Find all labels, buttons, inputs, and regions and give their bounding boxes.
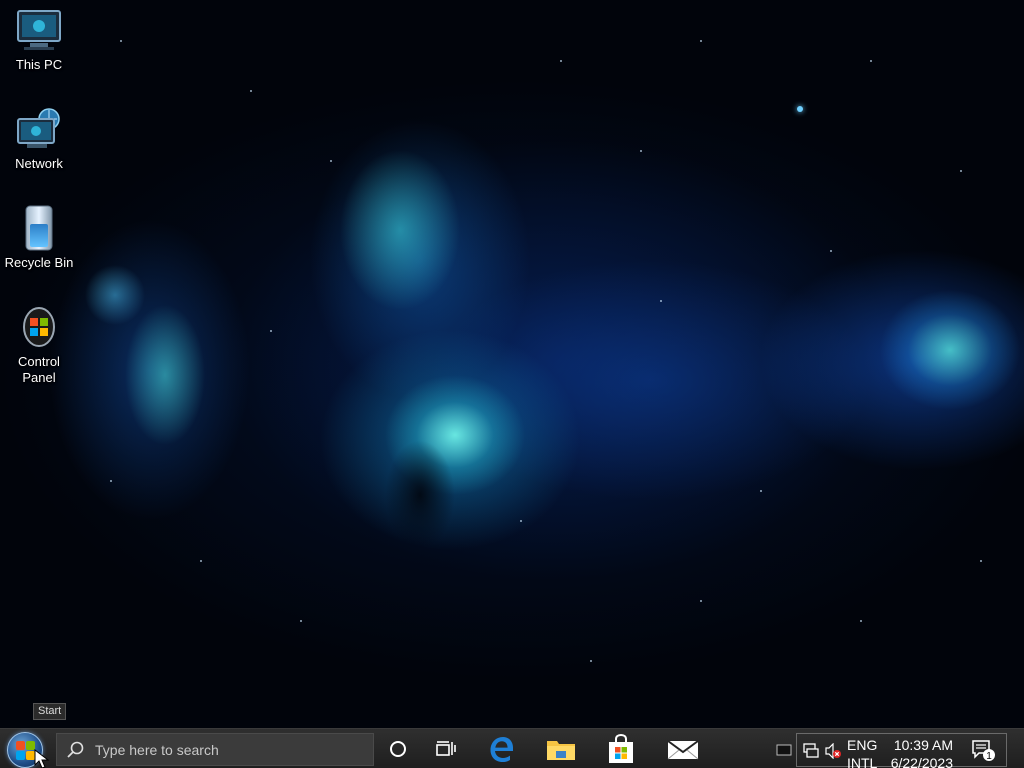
desktop-icon-label: Control Panel [18,354,60,385]
bright-star [797,106,803,112]
star [960,170,962,172]
star [760,490,762,492]
cortana-button[interactable] [374,729,422,768]
desktop-icon-network[interactable]: Network [0,105,78,172]
star [250,90,252,92]
keyboard-layout: INTL [847,755,878,768]
star [640,150,642,152]
volume-muted-icon[interactable] [825,743,841,759]
file-explorer-icon [547,741,575,760]
file-explorer-button[interactable] [537,729,585,768]
computer-icon [15,6,63,54]
star [980,560,982,562]
task-view-icon [436,741,456,756]
star [700,600,702,602]
star [700,40,702,42]
notification-count: 1 [986,751,992,762]
star [520,520,522,522]
system-tray: ENG INTL 10:39 AM 6/22/2023 1 [796,733,1007,768]
star [860,620,862,622]
star [660,300,662,302]
desktop-icon-recycle-bin[interactable]: Recycle Bin [0,204,78,271]
desktop-icon-label: This PC [15,57,63,72]
mail-button[interactable] [659,729,707,768]
start-tooltip: Start [33,703,67,720]
network-status-icon[interactable] [803,743,819,759]
star [560,60,562,62]
store-icon [609,734,633,763]
star [200,560,202,562]
cortana-icon [390,741,406,757]
star [870,60,872,62]
desktop-wallpaper [0,0,1024,728]
desktop-icon-this-pc[interactable]: This PC [0,6,78,73]
store-button[interactable] [597,729,645,768]
star [330,160,332,162]
recycle-bin-icon [15,204,63,252]
clock-date: 6/22/2023 [890,755,953,768]
task-view-button[interactable] [422,729,470,768]
clock[interactable]: 10:39 AM 6/22/2023 [879,736,953,768]
mail-icon [667,740,699,760]
search-input[interactable] [95,741,365,758]
network-icon [15,105,63,153]
action-center-button[interactable]: 1 [971,738,995,762]
desktop-icon-control-panel[interactable]: Control Panel [0,303,78,386]
clock-time: 10:39 AM [893,737,953,753]
language-indicator[interactable]: ENG INTL [847,736,883,768]
star [830,250,832,252]
star [590,660,592,662]
search-icon [67,741,84,758]
star [270,330,272,332]
control-panel-icon [15,303,63,351]
edge-button[interactable] [476,729,524,768]
taskbar: ENG INTL 10:39 AM 6/22/2023 1 [0,728,1024,768]
show-desktop-icon[interactable] [775,739,793,759]
desktop-icon-label: Recycle Bin [4,255,74,270]
desktop-icon-label: Network [15,156,63,171]
star [110,480,112,482]
edge-icon [490,737,513,762]
notification-icon: 1 [972,740,995,762]
search-box[interactable] [56,733,374,766]
star [300,620,302,622]
mouse-cursor-icon [34,749,50,768]
language-code: ENG [847,737,878,753]
nebula-dark-cloud [385,440,455,550]
star [120,40,122,42]
